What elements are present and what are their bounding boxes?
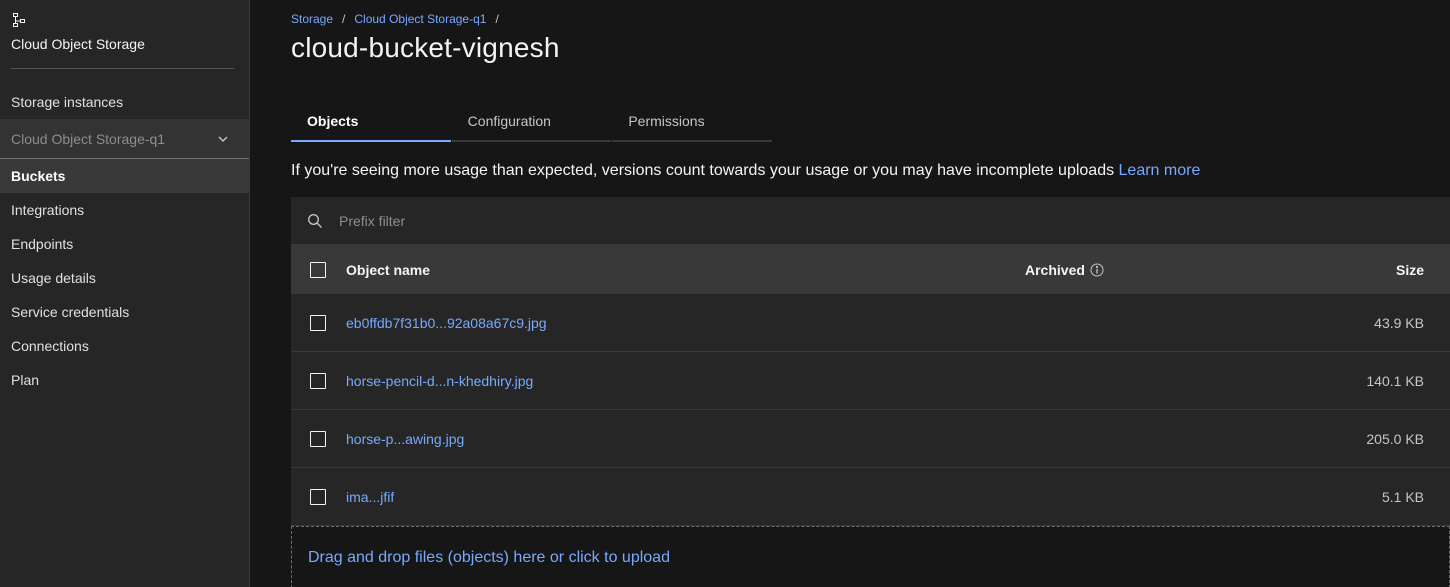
object-name-link[interactable]: eb0ffdb7f31b0...92a08a67c9.jpg bbox=[346, 315, 547, 331]
sidebar-item-connections[interactable]: Connections bbox=[0, 329, 249, 363]
app-root: Cloud Object Storage Storage instances C… bbox=[0, 0, 1450, 587]
table-header: Object name Archived Size bbox=[291, 245, 1450, 294]
sidebar-item-label: Endpoints bbox=[11, 236, 74, 252]
learn-more-link[interactable]: Learn more bbox=[1119, 162, 1201, 179]
table-row: horse-pencil-d...n-khedhiry.jpg 140.1 KB bbox=[291, 352, 1450, 410]
sidebar-item-label: Connections bbox=[11, 338, 89, 354]
sidebar-item-label: Storage instances bbox=[11, 94, 124, 110]
breadcrumb-separator: / bbox=[495, 12, 499, 26]
object-name-cell: ima...jfif bbox=[346, 489, 1025, 505]
tab-list: Objects Configuration Permissions bbox=[291, 106, 773, 142]
sidebar-item-label: Plan bbox=[11, 372, 40, 388]
select-all-checkbox[interactable] bbox=[310, 261, 326, 278]
breadcrumb-instance-link[interactable]: Cloud Object Storage-q1 bbox=[354, 12, 486, 26]
table-row: eb0ffdb7f31b0...92a08a67c9.jpg 43.9 KB bbox=[291, 294, 1450, 352]
breadcrumb-separator: / bbox=[342, 12, 346, 26]
object-name-link[interactable]: horse-p...awing.jpg bbox=[346, 431, 464, 447]
upload-dropzone[interactable]: Drag and drop files (objects) here or cl… bbox=[291, 526, 1450, 587]
row-checkbox[interactable] bbox=[310, 372, 326, 389]
sidebar: Cloud Object Storage Storage instances C… bbox=[0, 0, 250, 587]
table-row: horse-p...awing.jpg 205.0 KB bbox=[291, 410, 1450, 468]
sidebar-item-label: Usage details bbox=[11, 270, 96, 286]
info-icon[interactable] bbox=[1090, 263, 1104, 277]
row-checkbox[interactable] bbox=[310, 430, 326, 447]
size-cell: 43.9 KB bbox=[1374, 314, 1424, 331]
sidebar-item-buckets[interactable]: Buckets bbox=[0, 159, 249, 193]
row-checkbox[interactable] bbox=[310, 314, 326, 331]
page-title: cloud-bucket-vignesh bbox=[291, 32, 560, 63]
sidebar-service-title: Cloud Object Storage bbox=[11, 36, 145, 52]
sidebar-header: Cloud Object Storage bbox=[0, 0, 249, 52]
instance-selector-label: Cloud Object Storage-q1 bbox=[11, 130, 166, 147]
sidebar-item-label: Service credentials bbox=[11, 304, 130, 320]
chevron-down-icon bbox=[218, 136, 228, 142]
prefix-filter-bar bbox=[291, 197, 1450, 245]
usage-notice-text: If you're seeing more usage than expecte… bbox=[291, 162, 1119, 179]
prefix-filter-input[interactable] bbox=[339, 212, 939, 229]
row-checkbox[interactable] bbox=[310, 488, 326, 505]
table-row: ima...jfif 5.1 KB bbox=[291, 468, 1450, 526]
sidebar-item-service-credentials[interactable]: Service credentials bbox=[0, 295, 249, 329]
cloud-object-storage-icon bbox=[13, 13, 25, 27]
search-icon bbox=[308, 213, 322, 228]
column-header-archived: Archived bbox=[1025, 262, 1325, 278]
sidebar-nav: Storage instances Cloud Object Storage-q… bbox=[0, 85, 249, 397]
usage-notice: If you're seeing more usage than expecte… bbox=[291, 162, 1450, 180]
object-name-cell: horse-pencil-d...n-khedhiry.jpg bbox=[346, 373, 1025, 389]
sidebar-item-endpoints[interactable]: Endpoints bbox=[0, 227, 249, 261]
column-header-archived-label: Archived bbox=[1025, 261, 1085, 278]
sidebar-item-storage-instances[interactable]: Storage instances bbox=[0, 85, 249, 119]
tab-objects[interactable]: Objects bbox=[291, 106, 451, 142]
sidebar-item-plan[interactable]: Plan bbox=[0, 363, 249, 397]
tab-configuration[interactable]: Configuration bbox=[451, 106, 612, 142]
column-header-object-name[interactable]: Object name bbox=[346, 262, 1025, 278]
tab-permissions[interactable]: Permissions bbox=[612, 106, 773, 142]
object-name-cell: eb0ffdb7f31b0...92a08a67c9.jpg bbox=[346, 315, 1025, 331]
breadcrumb-storage-link[interactable]: Storage bbox=[291, 12, 333, 26]
sidebar-divider bbox=[11, 68, 234, 69]
size-cell: 5.1 KB bbox=[1381, 488, 1424, 505]
tab-label: Permissions bbox=[628, 113, 705, 129]
instance-selector[interactable]: Cloud Object Storage-q1 bbox=[0, 119, 249, 159]
upload-dropzone-text: Drag and drop files (objects) here or cl… bbox=[308, 548, 670, 566]
sidebar-item-label: Buckets bbox=[11, 168, 66, 184]
tab-label: Configuration bbox=[467, 113, 551, 129]
object-name-link[interactable]: ima...jfif bbox=[346, 489, 394, 505]
sidebar-item-integrations[interactable]: Integrations bbox=[0, 193, 249, 227]
object-name-link[interactable]: horse-pencil-d...n-khedhiry.jpg bbox=[346, 373, 533, 389]
main-content: Storage / Cloud Object Storage-q1 / clou… bbox=[291, 0, 1450, 587]
size-cell: 205.0 KB bbox=[1366, 430, 1424, 447]
object-name-cell: horse-p...awing.jpg bbox=[346, 431, 1025, 447]
size-cell: 140.1 KB bbox=[1366, 372, 1424, 389]
column-header-size[interactable]: Size bbox=[1325, 262, 1450, 278]
tab-label: Objects bbox=[307, 113, 359, 129]
objects-table: Object name Archived Size eb0ffdb7f31b0.… bbox=[291, 197, 1450, 587]
breadcrumb: Storage / Cloud Object Storage-q1 / bbox=[291, 12, 1450, 26]
sidebar-item-label: Integrations bbox=[11, 202, 85, 218]
sidebar-item-usage-details[interactable]: Usage details bbox=[0, 261, 249, 295]
